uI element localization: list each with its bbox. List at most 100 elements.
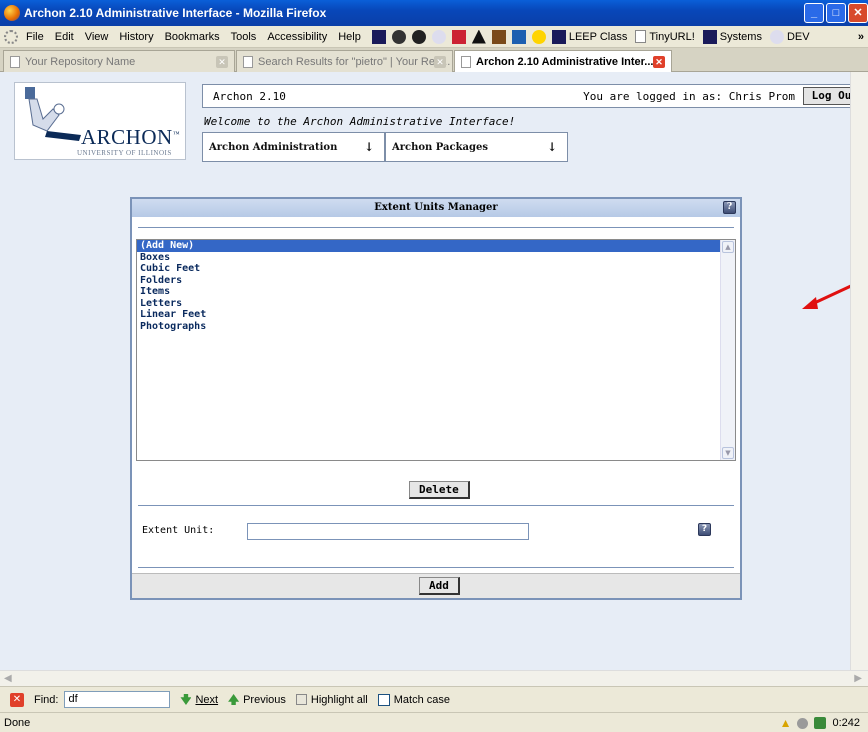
tab-repository[interactable]: Your Repository Name ✕ [3,50,235,72]
chevron-more-icon[interactable]: » [858,31,864,43]
extent-units-panel: Extent Units Manager ? (Add New) Boxes C… [130,197,742,600]
list-scrollbar[interactable]: ▲ ▼ [720,240,735,460]
minimize-icon[interactable]: _ [804,3,824,23]
window-titlebar: Archon 2.10 Administrative Interface - M… [0,0,868,26]
status-bar: Done ▲ 0:242 [0,712,868,732]
panel-title: Extent Units Manager [374,202,498,213]
match-case-checkbox[interactable]: Match case [377,693,450,706]
google-icon[interactable] [411,29,426,44]
close-icon[interactable]: ✕ [848,3,868,23]
illinois-icon [702,29,717,44]
archon-logo[interactable]: ARCHON™ UNIVERSITY OF ILLINOIS [14,82,186,160]
extent-unit-input[interactable] [247,523,529,540]
window-controls: _ □ ✕ [804,3,868,23]
scroll-down-icon[interactable]: ▼ [722,447,734,459]
tab-close-icon[interactable]: ✕ [216,56,228,68]
page-horizontal-scrollbar[interactable]: ◀ ▶ [0,670,868,686]
bookmark-systems[interactable]: Systems [702,29,762,44]
find-next-button[interactable]: Next [180,694,218,706]
nav-archon-administration[interactable]: Archon Administration ↓ [202,132,385,162]
list-item[interactable]: Folders [137,275,722,287]
list-item[interactable]: Cubic Feet [137,263,722,275]
window-title: Archon 2.10 Administrative Interface - M… [24,6,327,20]
logo-wordmark: ARCHON™ [81,125,181,149]
divider [138,227,734,228]
bookmark-tinyurl[interactable]: TinyURL! [635,30,695,43]
firefox-icon [4,5,20,21]
add-button[interactable]: Add [419,577,460,595]
status-text: Done [4,716,31,729]
menu-bar: File Edit View History Bookmarks Tools A… [0,26,868,48]
bookmark-leep[interactable]: LEEP Class [551,29,627,44]
annotation-arrow [802,284,850,309]
tab-archon-admin[interactable]: Archon 2.10 Administrative Inter... ✕ [454,50,672,73]
page-content: ARCHON™ UNIVERSITY OF ILLINOIS Archon 2.… [0,72,850,670]
close-find-icon[interactable]: ✕ [10,692,24,707]
illinois-icon [551,29,566,44]
find-bar: ✕ Find: df Next Previous Highlight all M… [0,686,868,712]
yellow-dot-icon[interactable] [531,29,546,44]
list-item[interactable]: Items [137,286,722,298]
find-label: Find: [34,693,59,706]
addon-icon[interactable] [797,717,809,729]
timer-text: 0:242 [832,717,860,729]
menu-view[interactable]: View [85,31,109,43]
down-arrow-icon: ↓ [546,140,557,154]
find-previous-button[interactable]: Previous [228,694,286,706]
tab-close-icon[interactable]: ✕ [653,56,665,68]
chess-icon[interactable] [471,29,486,44]
moon-icon[interactable] [431,29,446,44]
help-icon[interactable]: ? [723,201,736,214]
menu-edit[interactable]: Edit [55,31,74,43]
status-icons: ▲ 0:242 [780,716,860,730]
list-item[interactable]: Photographs [137,321,722,333]
page-vertical-scrollbar[interactable] [850,72,868,670]
down-arrow-icon: ↓ [363,140,374,154]
list-item[interactable]: Boxes [137,252,722,264]
panel-header: Extent Units Manager ? [132,199,740,217]
tab-close-icon[interactable]: ✕ [434,56,446,68]
deer-icon[interactable] [491,29,506,44]
download-icon[interactable] [814,717,827,729]
bookmark-dev[interactable]: DEV [769,29,810,44]
scroll-left-icon[interactable]: ◀ [4,673,12,684]
menu-accessibility[interactable]: Accessibility [267,31,327,43]
tpm-icon[interactable] [451,29,466,44]
welcome-message: Welcome to the Archon Administrative Int… [204,115,516,128]
help-icon[interactable]: ? [698,523,711,536]
menu-help[interactable]: Help [338,31,361,43]
list-item[interactable]: Linear Feet [137,309,722,321]
divider [138,567,734,568]
scroll-up-icon[interactable]: ▲ [722,241,734,253]
tab-search-results[interactable]: Search Results for "pietro" | Your Rep..… [236,50,453,72]
checkbox-icon [377,693,390,706]
moon-icon [769,29,784,44]
archon-figure-icon [25,87,81,141]
divider [138,505,734,506]
page-icon [10,55,20,68]
logout-button[interactable]: Log Out [802,87,850,105]
menu-history[interactable]: History [119,31,153,43]
up-arrow-icon [228,694,240,705]
menu-bookmarks[interactable]: Bookmarks [165,31,220,43]
fm-icon[interactable] [511,29,526,44]
header-bar: Archon 2.10 You are logged in as: Chris … [202,84,850,108]
nav-archon-packages[interactable]: Archon Packages ↓ [385,132,568,162]
scroll-right-icon[interactable]: ▶ [854,673,862,684]
find-input[interactable]: df [64,691,171,708]
toolbar-c-icon[interactable] [391,29,406,44]
illinois-icon[interactable] [371,29,386,44]
delete-button[interactable]: Delete [409,481,470,499]
down-arrow-icon [180,694,192,705]
menu-file[interactable]: File [26,31,44,43]
list-item[interactable]: Letters [137,298,722,310]
menu-tools[interactable]: Tools [231,31,257,43]
extent-units-list[interactable]: (Add New) Boxes Cubic Feet Folders Items… [136,239,736,461]
page-icon [635,30,647,43]
list-item[interactable]: (Add New) [137,240,722,252]
login-status: You are logged in as: Chris Prom [583,89,795,103]
warning-icon[interactable]: ▲ [780,716,792,730]
highlight-icon [295,694,307,705]
maximize-icon[interactable]: □ [826,3,846,23]
highlight-all-button[interactable]: Highlight all [295,694,368,706]
